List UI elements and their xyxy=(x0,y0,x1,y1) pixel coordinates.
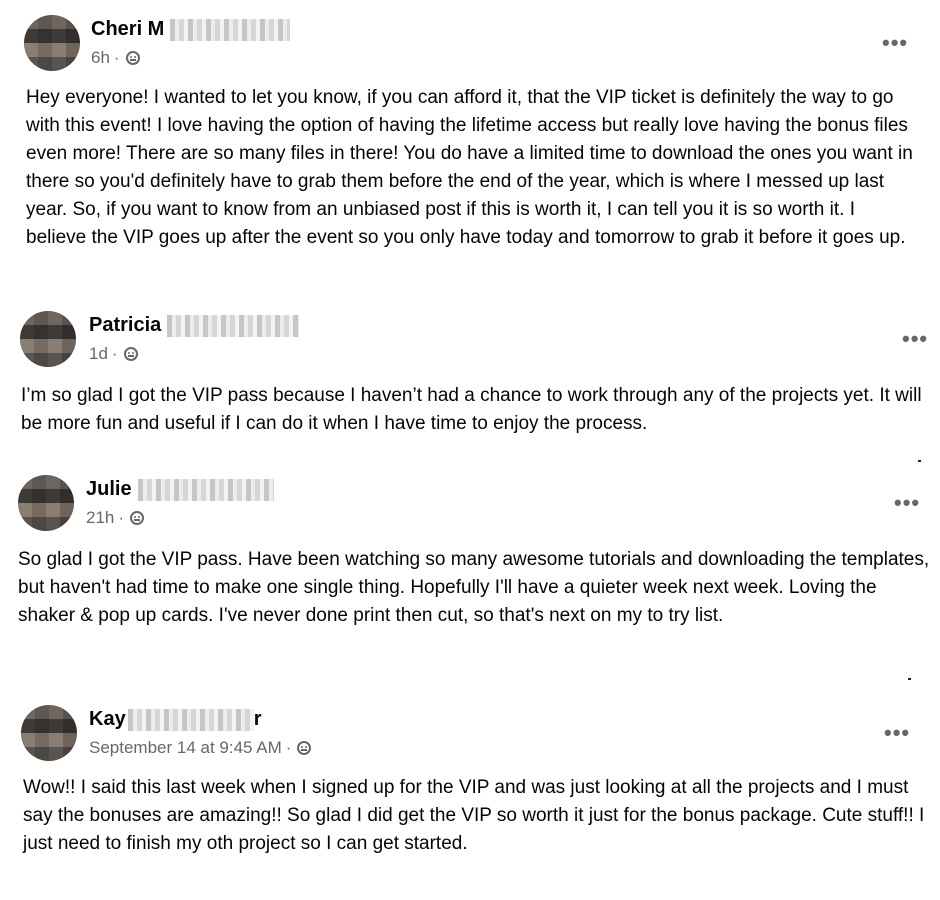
avatar[interactable] xyxy=(21,705,77,761)
author-name-text: Kay xyxy=(89,708,126,730)
post-card: Patricia 1d · ••• I’m so glad I got the … xyxy=(0,300,940,450)
meta-separator: · xyxy=(113,48,120,67)
author-name-text: Cheri M xyxy=(91,18,165,40)
redacted-name xyxy=(167,314,300,337)
globe-icon[interactable] xyxy=(123,347,138,361)
avatar[interactable] xyxy=(20,311,76,367)
more-options-icon[interactable]: ••• xyxy=(894,492,920,514)
author-name-text: Julie xyxy=(86,478,132,500)
more-options-icon[interactable]: ••• xyxy=(882,32,908,54)
timestamp[interactable]: 21h xyxy=(86,508,114,528)
post-card: Cheri M 6h · ••• Hey everyone! I wanted … xyxy=(0,0,940,290)
meta-separator: · xyxy=(111,344,118,363)
author-name[interactable]: Kay r xyxy=(89,708,262,731)
post-text: Hey everyone! I wanted to let you know, … xyxy=(26,87,913,248)
redacted-name xyxy=(170,18,291,41)
meta-separator: · xyxy=(285,738,292,757)
redacted-name xyxy=(127,708,254,731)
author-name-suffix: r xyxy=(253,708,262,730)
globe-icon[interactable] xyxy=(297,741,312,755)
post-meta: 6h · xyxy=(91,48,140,68)
post-card: Julie 21h · ••• So glad I got the VIP pa… xyxy=(0,466,940,671)
meta-separator: · xyxy=(118,508,125,527)
divider-mark xyxy=(908,678,911,680)
timestamp[interactable]: September 14 at 9:45 AM xyxy=(89,738,282,758)
author-name[interactable]: Cheri M xyxy=(91,18,291,41)
redacted-name xyxy=(137,478,274,501)
post-card: Kay r September 14 at 9:45 AM · ••• Wow!!… xyxy=(0,694,940,894)
post-text: I’m so glad I got the VIP pass because I… xyxy=(21,385,922,434)
post-meta: 21h · xyxy=(86,508,145,528)
post-text: So glad I got the VIP pass. Have been wa… xyxy=(18,549,930,626)
author-name[interactable]: Julie xyxy=(86,478,274,501)
author-name-text: Patricia xyxy=(89,314,162,336)
more-options-icon[interactable]: ••• xyxy=(902,328,928,350)
author-name[interactable]: Patricia xyxy=(89,314,300,337)
globe-icon[interactable] xyxy=(130,511,145,525)
globe-icon[interactable] xyxy=(125,51,140,65)
post-text: Wow!! I said this last week when I signe… xyxy=(23,777,925,854)
post-meta: September 14 at 9:45 AM · xyxy=(89,738,312,758)
timestamp[interactable]: 6h xyxy=(91,48,110,68)
avatar[interactable] xyxy=(24,15,80,71)
more-options-icon[interactable]: ••• xyxy=(884,722,910,744)
post-meta: 1d · xyxy=(89,344,138,364)
avatar[interactable] xyxy=(18,475,74,531)
timestamp[interactable]: 1d xyxy=(89,344,108,364)
divider-mark xyxy=(918,460,921,462)
